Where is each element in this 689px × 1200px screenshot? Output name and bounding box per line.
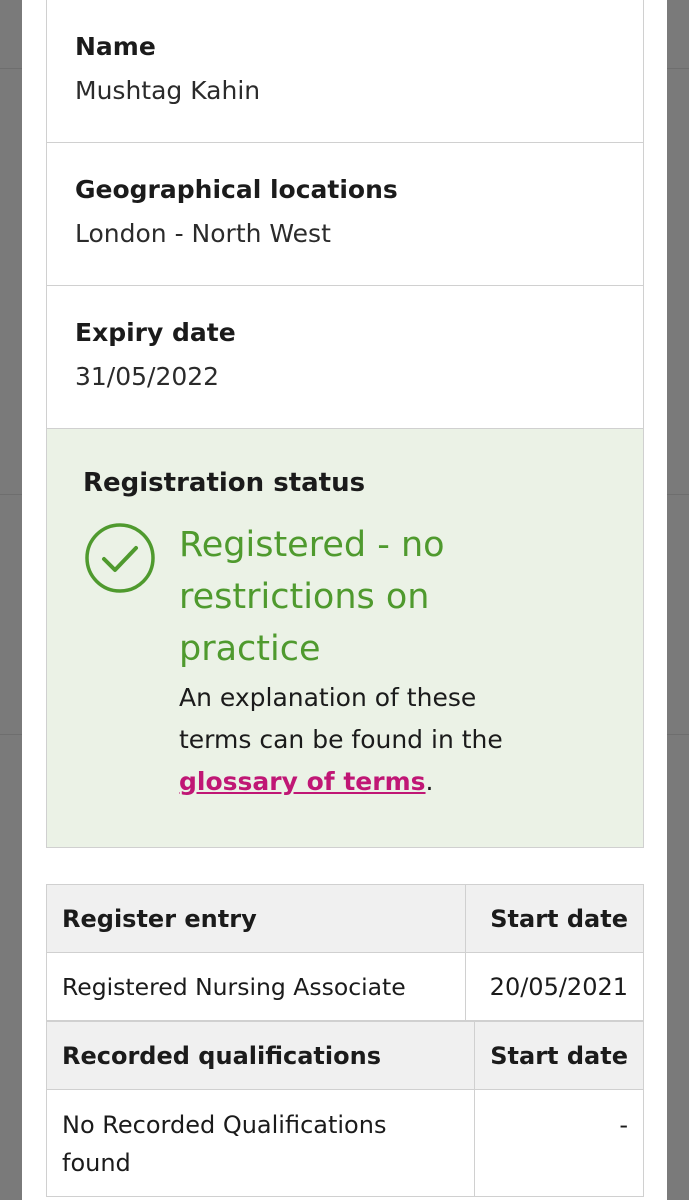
qualification-start-date-cell: - (474, 1089, 644, 1197)
location-field: Geographical locations London - North We… (47, 143, 643, 286)
explanation-suffix: . (425, 767, 434, 796)
start-date-header: Start date (465, 884, 644, 953)
glossary-link[interactable]: glossary of terms (179, 767, 426, 796)
location-value: London - North West (75, 219, 331, 248)
qualification-cell: No Recorded Qualifications found (46, 1089, 475, 1197)
practitioner-details: Name Mushtag Kahin Geographical location… (46, 0, 644, 848)
register-entry-header: Register entry (46, 884, 466, 953)
expiry-label: Expiry date (75, 318, 236, 347)
table-header-row: Recorded qualifications Start date (46, 1021, 644, 1090)
expiry-field: Expiry date 31/05/2022 (47, 286, 643, 429)
table-header-row: Register entry Start date (46, 884, 644, 953)
qualification-start-date-header: Start date (474, 1021, 644, 1090)
name-field: Name Mushtag Kahin (47, 0, 643, 143)
registration-status-panel: Registration status Registered - no rest… (47, 429, 643, 848)
location-label: Geographical locations (75, 175, 398, 204)
register-table: Register entry Start date Registered Nur… (46, 884, 644, 1021)
table-row: Registered Nursing Associate 20/05/2021 (46, 952, 644, 1021)
start-date-cell: 20/05/2021 (465, 952, 644, 1021)
status-title: Registration status (83, 468, 366, 498)
name-label: Name (75, 32, 156, 61)
qualifications-header: Recorded qualifications (46, 1021, 475, 1090)
expiry-value: 31/05/2022 (75, 362, 220, 391)
name-value: Mushtag Kahin (75, 76, 261, 105)
register-entry-cell: Registered Nursing Associate (46, 952, 466, 1021)
qualifications-table: Recorded qualifications Start date No Re… (46, 1021, 644, 1197)
check-circle-icon (85, 523, 155, 593)
status-explanation: An explanation of these terms can be fou… (179, 677, 539, 803)
explanation-text: An explanation of these terms can be fou… (179, 683, 503, 754)
table-row: No Recorded Qualifications found - (46, 1089, 644, 1197)
status-value: Registered - no restrictions on practice (179, 525, 445, 669)
